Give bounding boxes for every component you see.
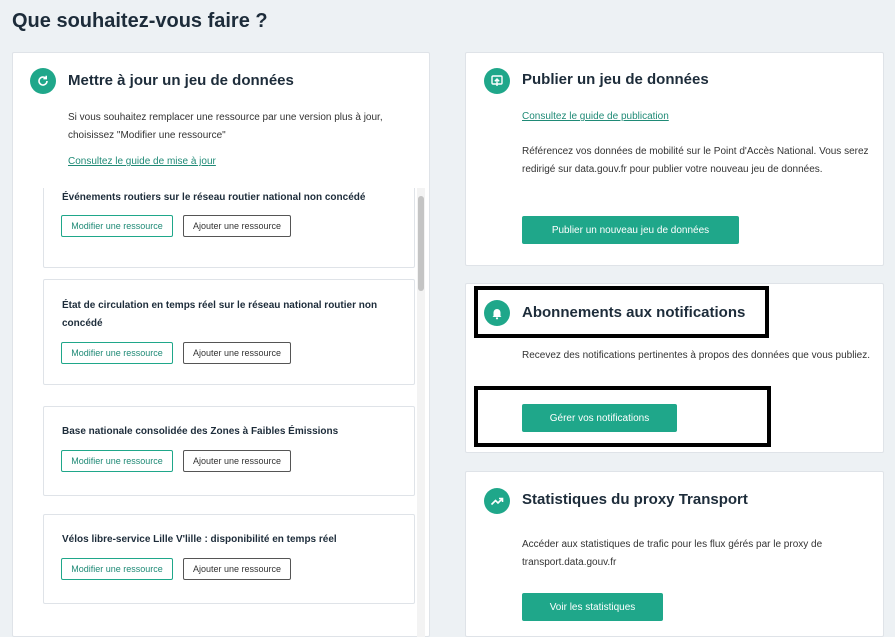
dataset-card: Base nationale consolidée des Zones à Fa… — [43, 406, 415, 496]
dataset-title: État de circulation en temps réel sur le… — [62, 300, 378, 329]
dataset-card: Vélos libre-service Lille V'lille : disp… — [43, 514, 415, 604]
publish-dataset-panel: Publier un jeu de données Consultez le g… — [465, 52, 884, 266]
add-resource-button[interactable]: Ajouter une ressource — [183, 342, 291, 364]
publish-panel-description: Référencez vos données de mobilité sur l… — [522, 146, 869, 175]
modify-resource-button[interactable]: Modifier une ressource — [61, 342, 173, 364]
stats-panel-title: Statistiques du proxy Transport — [522, 491, 748, 508]
dataset-title: Événements routiers sur le réseau routie… — [62, 192, 366, 203]
highlight-box-title — [474, 286, 769, 338]
upload-icon — [484, 68, 510, 94]
trending-up-icon — [484, 488, 510, 514]
stats-panel-description: Accéder aux statistiques de trafic pour … — [522, 539, 823, 568]
update-panel-title: Mettre à jour un jeu de données — [68, 72, 294, 89]
add-resource-button[interactable]: Ajouter une ressource — [183, 558, 291, 580]
update-panel-description: Si vous souhaitez remplacer une ressourc… — [68, 112, 383, 141]
highlight-box-button — [474, 386, 771, 447]
publish-new-dataset-button[interactable]: Publier un nouveau jeu de données — [522, 216, 739, 244]
dataset-list[interactable]: Événements routiers sur le réseau routie… — [31, 188, 427, 637]
dataset-title: Base nationale consolidée des Zones à Fa… — [62, 426, 339, 437]
add-resource-button[interactable]: Ajouter une ressource — [183, 215, 291, 237]
notifications-panel-description: Recevez des notifications pertinentes à … — [522, 350, 871, 361]
refresh-icon — [30, 68, 56, 94]
modify-resource-button[interactable]: Modifier une ressource — [61, 558, 173, 580]
update-dataset-panel: Mettre à jour un jeu de données Si vous … — [12, 52, 430, 637]
publish-guide-link[interactable]: Consultez le guide de publication — [522, 111, 669, 122]
update-guide-link[interactable]: Consultez le guide de mise à jour — [68, 156, 216, 167]
publish-panel-title: Publier un jeu de données — [522, 71, 709, 88]
add-resource-button[interactable]: Ajouter une ressource — [183, 450, 291, 472]
page-title: Que souhaitez-vous faire ? — [12, 10, 268, 32]
dataset-card: État de circulation en temps réel sur le… — [43, 279, 415, 385]
scrollbar-thumb[interactable] — [418, 196, 424, 291]
dataset-title: Vélos libre-service Lille V'lille : disp… — [62, 534, 337, 545]
view-statistics-button[interactable]: Voir les statistiques — [522, 593, 663, 621]
modify-resource-button[interactable]: Modifier une ressource — [61, 215, 173, 237]
modify-resource-button[interactable]: Modifier une ressource — [61, 450, 173, 472]
proxy-stats-panel: Statistiques du proxy Transport Accéder … — [465, 471, 884, 637]
dataset-card: Événements routiers sur le réseau routie… — [43, 188, 415, 268]
